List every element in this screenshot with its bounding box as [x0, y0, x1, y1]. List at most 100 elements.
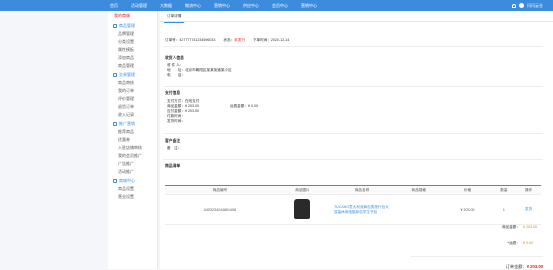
sidebar-item[interactable]: 商品管理 — [108, 62, 157, 70]
col-header: 商品规格 — [393, 185, 444, 195]
sidebar: 我的商城 商品管理 品牌管理 分类设置 属性模板 添加商品 商品管理 交易管理 … — [108, 11, 158, 269]
sidebar-item[interactable]: 优惠券 — [108, 136, 157, 144]
trade-icon — [113, 72, 117, 77]
sidebar-item[interactable]: 退货订单 — [108, 103, 157, 111]
nav-marketing-2[interactable]: 营销中心 — [301, 0, 317, 11]
section-title: 推广营销 — [119, 121, 135, 126]
goods-price: ¥ 203.00 — [443, 194, 492, 225]
sidebar-item[interactable]: 商品审核 — [108, 79, 157, 87]
section-title: 商城中心 — [119, 178, 135, 183]
sidebar-item[interactable]: 广告推广 — [108, 160, 157, 168]
nav-logistics[interactable]: 物流中心 — [185, 0, 201, 11]
col-header: 商品图片 — [274, 185, 330, 195]
order-info-line: 订单号：427777741234596033 状态：未发行 下单时间：2020-… — [165, 38, 289, 43]
mall-icon — [113, 178, 117, 183]
order-time-label: 下单时间： — [252, 38, 271, 42]
tab-order-detail[interactable]: 订单详情 — [164, 11, 185, 23]
order-number-label: 订单号： — [165, 38, 180, 42]
goods-spec — [393, 194, 444, 225]
nav-home[interactable]: 首页 — [110, 0, 118, 11]
goods-table: 商品编号 商品图片 商品名称 商品规格 价格 数量 操作 04032342448… — [165, 185, 541, 225]
sidebar-item[interactable]: 评价管理 — [108, 95, 157, 103]
divider — [163, 133, 543, 134]
payable-label: 应付金额： — [167, 109, 185, 113]
sidebar-section-trade[interactable]: 交易管理 — [108, 70, 157, 79]
receiver-title: 收货人信息 — [165, 56, 184, 60]
avatar[interactable] — [519, 3, 524, 8]
goods-amount-label: 商品金额： — [167, 104, 185, 108]
order-total-value: ¥ 203.00 — [526, 264, 543, 269]
remark-label: 备 注： — [167, 146, 182, 150]
sidebar-item[interactable]: 我的订单 — [108, 87, 157, 95]
sidebar-item[interactable]: 品牌管理 — [108, 30, 157, 38]
pay-method-label: 支付方式： — [167, 99, 185, 103]
sidebar-section-mall[interactable]: 商城中心 — [108, 176, 157, 185]
tab-bar: 订单详情 — [160, 11, 553, 23]
sidebar-item[interactable]: 收入记录 — [108, 111, 157, 119]
receiver-address-value: 北京市朝阳区某某街道某小区 — [184, 68, 232, 72]
divider — [410, 256, 543, 257]
sum-freight-label: +运费： — [507, 241, 520, 245]
sidebar-item[interactable]: 活动推广 — [108, 168, 157, 176]
remark-line: 备 注： — [167, 146, 181, 151]
sidebar-head[interactable]: 我的商城 — [108, 11, 157, 21]
order-number: 订单号：427777741234596033 — [165, 38, 215, 43]
top-navbar: 首页 活动管理 大数据 物流中心 营销中心 供应中心 会员中心 营销中心 闪闪云… — [0, 0, 553, 11]
goods-qty: 1 — [491, 194, 517, 225]
receiver-phone: 电 话： — [167, 73, 185, 78]
sum-goods-label: 商品金额： — [502, 225, 520, 229]
divider — [163, 159, 543, 160]
receiver-name-label: 收 件 人： — [167, 63, 184, 67]
ship-button[interactable]: 发货 — [516, 194, 541, 225]
payable-value: ¥ 203.00 — [184, 109, 199, 113]
sum-goods: 商品金额： ¥ 203.00 — [502, 225, 543, 230]
sidebar-item[interactable]: 我的会员推广 — [108, 152, 157, 160]
user-name[interactable]: 闪闪云仓 — [527, 3, 543, 9]
status-badge: 未发行 — [234, 38, 245, 42]
receiver-address-label: 地 址： — [167, 68, 185, 72]
sum-freight: +运费： ¥ 0.00 — [507, 241, 543, 246]
goods-image-cell — [274, 194, 330, 225]
divider — [163, 86, 543, 87]
nav-bigdata[interactable]: 大数据 — [160, 0, 172, 11]
order-total: 订单金额：¥ 203.00 — [506, 264, 543, 270]
sidebar-item[interactable]: 属性模板 — [108, 46, 157, 54]
section-title: 商品管理 — [119, 23, 135, 28]
top-nav: 首页 活动管理 大数据 物流中心 营销中心 供应中心 会员中心 营销中心 — [110, 0, 330, 11]
nav-member[interactable]: 会员中心 — [272, 0, 288, 11]
nav-activity[interactable]: 活动管理 — [131, 0, 147, 11]
sidebar-item[interactable]: 推荐商品 — [108, 128, 157, 136]
backpack-image[interactable] — [294, 199, 311, 219]
col-header: 商品编号 — [165, 185, 275, 195]
status-label: 状态： — [223, 38, 235, 42]
sidebar-item[interactable]: 营业设置 — [108, 193, 157, 201]
goods-list-title: 商品清单 — [165, 164, 181, 168]
sidebar-item[interactable]: 分类设置 — [108, 38, 157, 46]
order-status: 状态：未发行 — [223, 38, 245, 43]
goods-number: 0403234244861408 — [165, 194, 275, 225]
freight-amount: 运费金额：¥ 0.00 — [230, 104, 258, 109]
order-total-label: 订单金额： — [505, 264, 527, 269]
table-row: 0403234244861408 TUCANO意大利双肩包男旅行包大容量休闲电脑… — [165, 194, 541, 225]
sidebar-item[interactable]: 入驻店铺审核 — [108, 144, 157, 152]
freight-value: ¥ 0.00 — [247, 104, 258, 108]
nav-marketing[interactable]: 营销中心 — [214, 0, 230, 11]
user-menu[interactable]: 闪闪云仓 — [512, 0, 543, 11]
ship-time: 发货时间： — [167, 119, 185, 124]
remark-title: 客户备注 — [165, 139, 181, 143]
sidebar-section-promo[interactable]: 推广营销 — [108, 119, 157, 128]
bell-icon[interactable] — [512, 3, 516, 8]
goods-icon — [113, 23, 117, 28]
receiver-phone-label: 电 话： — [167, 73, 185, 77]
sidebar-item[interactable]: 添加商品 — [108, 54, 157, 62]
order-number-value: 427777741234596033 — [179, 38, 216, 42]
goods-name-link[interactable]: TUCANO意大利双肩包男旅行包大容量休闲电脑背包学生书包 — [329, 194, 394, 225]
nav-supply[interactable]: 供应中心 — [243, 0, 259, 11]
ship-time-label: 发货时间： — [167, 119, 185, 123]
freight-label: 运费金额： — [230, 104, 248, 108]
goods-amount-value: ¥ 203.00 — [184, 104, 199, 108]
sidebar-section-goods[interactable]: 商品管理 — [108, 21, 157, 30]
pay-time-label: 付款时间： — [167, 114, 185, 118]
sidebar-item[interactable]: 商品设置 — [108, 185, 157, 193]
divider — [163, 46, 543, 47]
